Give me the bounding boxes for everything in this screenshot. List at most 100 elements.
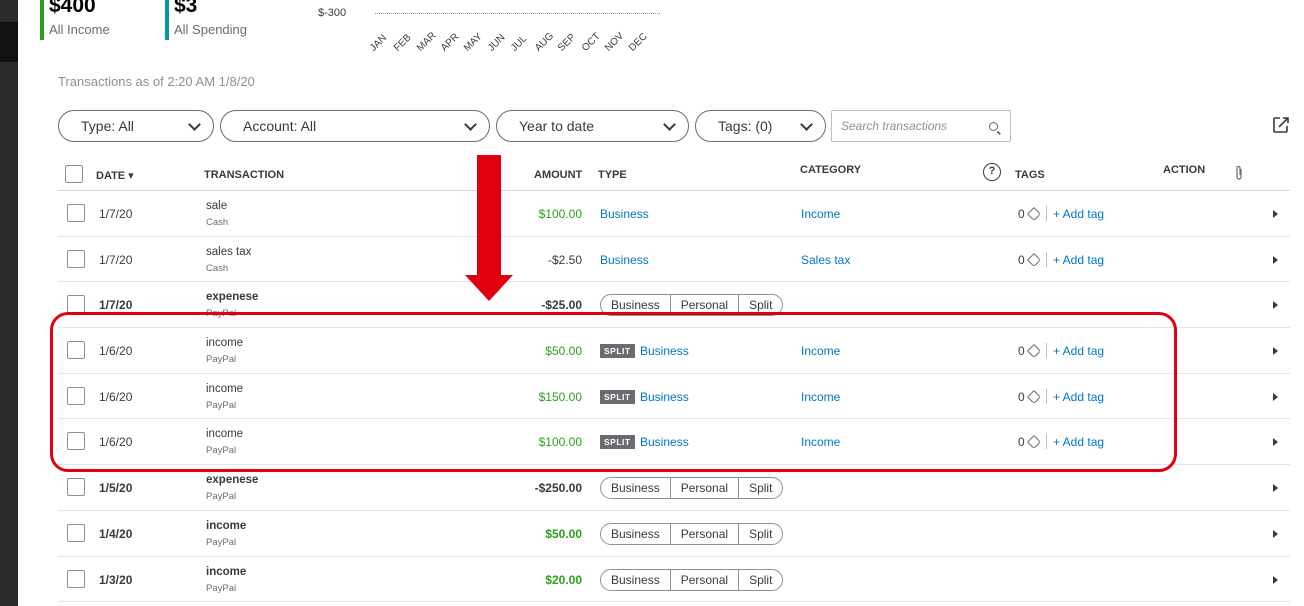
column-action: ACTION <box>1163 164 1206 176</box>
chart-month-label: DEC <box>626 31 650 54</box>
row-amount: -$2.50 <box>547 252 582 267</box>
expand-row-icon[interactable] <box>1273 255 1278 264</box>
type-segmented-control: Business Personal Split <box>600 522 784 545</box>
row-amount: -$250.00 <box>534 481 582 496</box>
table-row[interactable]: 1/4/20 income PayPal $50.00 Business Per… <box>58 511 1290 557</box>
row-category-link[interactable]: Income <box>801 207 840 221</box>
row-account: PayPal <box>206 491 237 503</box>
account-filter-dropdown[interactable]: Account: All <box>220 110 490 142</box>
segment-personal-button[interactable]: Personal <box>671 523 740 544</box>
tag-icon <box>1026 252 1042 267</box>
spending-label: All Spending <box>174 22 247 37</box>
expand-row-icon[interactable] <box>1273 529 1278 538</box>
segment-business-button[interactable]: Business <box>601 478 671 499</box>
chart-month-label: NOV <box>603 30 627 54</box>
chevron-down-icon <box>188 118 201 131</box>
segment-personal-button[interactable]: Personal <box>671 569 740 590</box>
segment-split-button[interactable]: Split <box>739 524 782 544</box>
row-checkbox[interactable] <box>67 249 85 268</box>
chart-month-label: OCT <box>579 31 603 54</box>
chart-y-label: $-300 <box>318 7 347 19</box>
row-amount: $20.00 <box>545 572 582 587</box>
expand-row-icon[interactable] <box>1273 301 1278 310</box>
column-category: CATEGORY <box>800 164 862 176</box>
add-tag-link[interactable]: + Add tag <box>1053 207 1104 221</box>
chevron-down-icon <box>464 118 477 131</box>
type-filter-dropdown[interactable]: Type: All <box>58 110 214 142</box>
chart-month-label: FEB <box>391 32 414 54</box>
expand-row-icon[interactable] <box>1273 575 1278 584</box>
monthly-mini-chart: $-300 JAN FEB MAR APR MAY JUN JUL AUG SEP OCT NOV D… <box>318 0 678 60</box>
tag-icon <box>1026 206 1042 222</box>
row-tag-count: 0 <box>1018 207 1025 221</box>
spending-color-bar <box>165 0 169 40</box>
export-icon[interactable] <box>1271 115 1291 135</box>
income-color-bar <box>40 0 44 40</box>
row-date: 1/3/20 <box>99 572 133 587</box>
row-checkbox[interactable] <box>67 569 85 588</box>
row-account: PayPal <box>206 536 237 548</box>
column-tags: TAGS <box>1015 169 1045 181</box>
chart-month-label: MAY <box>462 31 485 54</box>
row-tag-count: 0 <box>1018 252 1025 267</box>
segment-split-button[interactable]: Split <box>739 478 782 498</box>
row-checkbox[interactable] <box>67 523 85 542</box>
type-segmented-control: Business Personal Split <box>600 477 784 500</box>
row-checkbox[interactable] <box>67 295 85 314</box>
table-row[interactable]: 1/3/20 income PayPal $20.00 Business Per… <box>58 557 1290 603</box>
select-all-checkbox[interactable] <box>65 165 83 183</box>
search-placeholder: Search transactions <box>841 119 948 133</box>
expand-row-icon[interactable] <box>1273 484 1278 493</box>
chevron-down-icon <box>800 118 813 131</box>
account-filter-label: Account: All <box>243 118 317 134</box>
row-type-link[interactable]: Business <box>600 207 649 221</box>
chart-month-label: JUL <box>509 33 530 54</box>
row-transaction: sale <box>206 200 228 212</box>
row-transaction: expenese <box>206 474 259 487</box>
row-date: 1/7/20 <box>99 252 133 267</box>
help-icon[interactable]: ? <box>983 163 1001 181</box>
chart-month-label: MAR <box>415 30 439 54</box>
left-sidebar <box>0 0 18 606</box>
spending-summary[interactable]: $3 All Spending <box>165 0 247 40</box>
row-account: PayPal <box>206 582 237 594</box>
search-input[interactable]: Search transactions <box>831 110 1011 142</box>
row-transaction: expenese <box>206 291 259 304</box>
segment-business-button[interactable]: Business <box>601 569 671 590</box>
segment-split-button[interactable]: Split <box>739 570 782 590</box>
column-date[interactable]: DATE ▾ <box>96 169 134 182</box>
transactions-as-of: Transactions as of 2:20 AM 1/8/20 <box>58 74 255 89</box>
column-type: TYPE <box>598 169 627 181</box>
row-transaction: sales tax <box>206 245 252 258</box>
row-checkbox[interactable] <box>67 478 85 497</box>
expand-row-icon[interactable] <box>1273 347 1278 356</box>
row-transaction: income <box>206 519 247 532</box>
sidebar-active-marker <box>0 22 18 62</box>
row-checkbox[interactable] <box>67 204 85 222</box>
chart-month-label: JAN <box>368 32 390 54</box>
table-row[interactable]: 1/7/20 sale Cash $100.00 Business Income… <box>58 191 1290 237</box>
row-date: 1/4/20 <box>99 526 133 541</box>
row-category-link[interactable]: Sales tax <box>801 253 850 267</box>
paperclip-icon <box>1236 165 1242 180</box>
income-total: $400 <box>49 0 96 17</box>
expand-row-icon[interactable] <box>1273 210 1278 218</box>
chart-month-label: JUN <box>485 32 508 54</box>
segment-business-button[interactable]: Business <box>601 523 671 544</box>
add-tag-link[interactable]: + Add tag <box>1053 253 1104 267</box>
income-summary[interactable]: $400 All Income <box>40 0 110 40</box>
expand-row-icon[interactable] <box>1273 438 1278 447</box>
row-date: 1/7/20 <box>99 207 133 221</box>
chart-month-label: APR <box>438 31 461 54</box>
row-amount: $50.00 <box>545 526 582 541</box>
spending-total: $3 <box>174 0 198 17</box>
divider <box>1046 251 1047 267</box>
expand-row-icon[interactable] <box>1273 392 1278 401</box>
annotation-arrow-icon <box>465 155 513 301</box>
row-type-link[interactable]: Business <box>600 253 649 267</box>
table-row[interactable]: 1/7/20 sales tax Cash -$2.50 Business Sa… <box>58 237 1290 283</box>
segment-personal-button[interactable]: Personal <box>671 478 740 499</box>
tags-filter-dropdown[interactable]: Tags: (0) <box>695 110 826 142</box>
period-filter-dropdown[interactable]: Year to date <box>496 110 689 142</box>
tags-filter-label: Tags: (0) <box>718 118 773 134</box>
